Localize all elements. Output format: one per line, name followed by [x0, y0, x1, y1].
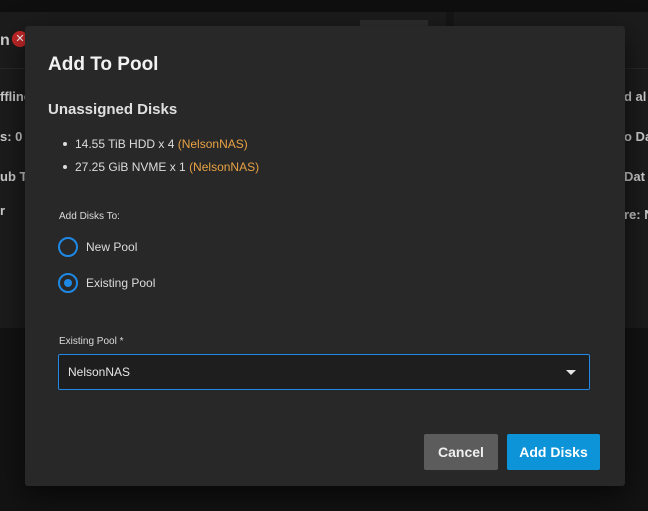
cancel-button[interactable]: Cancel [424, 434, 498, 470]
bullet-icon [63, 142, 67, 146]
add-to-pool-dialog: Add To Pool Unassigned Disks 14.55 TiB H… [25, 26, 625, 486]
radio-unchecked-icon[interactable] [58, 237, 78, 257]
existing-pool-field-label: Existing Pool * [59, 336, 124, 347]
background-text-fragment: re: N [624, 207, 648, 222]
existing-pool-select[interactable]: NelsonNAS [58, 354, 590, 390]
add-disks-to-label: Add Disks To: [59, 211, 120, 222]
background-title-fragment: n [0, 32, 10, 49]
radio-dot-icon [64, 279, 72, 287]
existing-pool-radio-label[interactable]: Existing Pool [86, 276, 155, 290]
unassigned-disks-heading: Unassigned Disks [48, 101, 178, 118]
background-text-fragment: r [0, 203, 6, 218]
background-topbar [0, 0, 648, 12]
new-pool-radio-label[interactable]: New Pool [86, 240, 137, 254]
disk-pool-tag: (NelsonNAS) [189, 160, 260, 174]
new-pool-radio[interactable]: New Pool [58, 237, 137, 257]
add-disks-button[interactable]: Add Disks [507, 434, 600, 470]
background-text-fragment: Dat [624, 169, 645, 184]
disk-list-item: 27.25 GiB NVME x 1 (NelsonNAS) [63, 159, 260, 182]
disk-description: 14.55 TiB HDD x 4 [75, 137, 175, 151]
bullet-icon [63, 165, 67, 169]
dialog-title: Add To Pool [48, 54, 159, 75]
radio-checked-icon[interactable] [58, 273, 78, 293]
dropdown-arrow-icon[interactable] [566, 369, 576, 375]
disk-list-item: 14.55 TiB HDD x 4 (NelsonNAS) [63, 136, 259, 159]
existing-pool-radio[interactable]: Existing Pool [58, 273, 155, 293]
background-text-fragment: d al [624, 89, 647, 104]
unassigned-disk-list: 14.55 TiB HDD x 4 (NelsonNAS) 27.25 GiB … [63, 136, 260, 182]
existing-pool-select-value[interactable]: NelsonNAS [68, 365, 566, 379]
background-text-fragment: o Da [624, 129, 648, 144]
disk-description: 27.25 GiB NVME x 1 [75, 160, 186, 174]
background-text-fragment: s: 0 [0, 129, 23, 144]
disk-pool-tag: (NelsonNAS) [177, 137, 248, 151]
